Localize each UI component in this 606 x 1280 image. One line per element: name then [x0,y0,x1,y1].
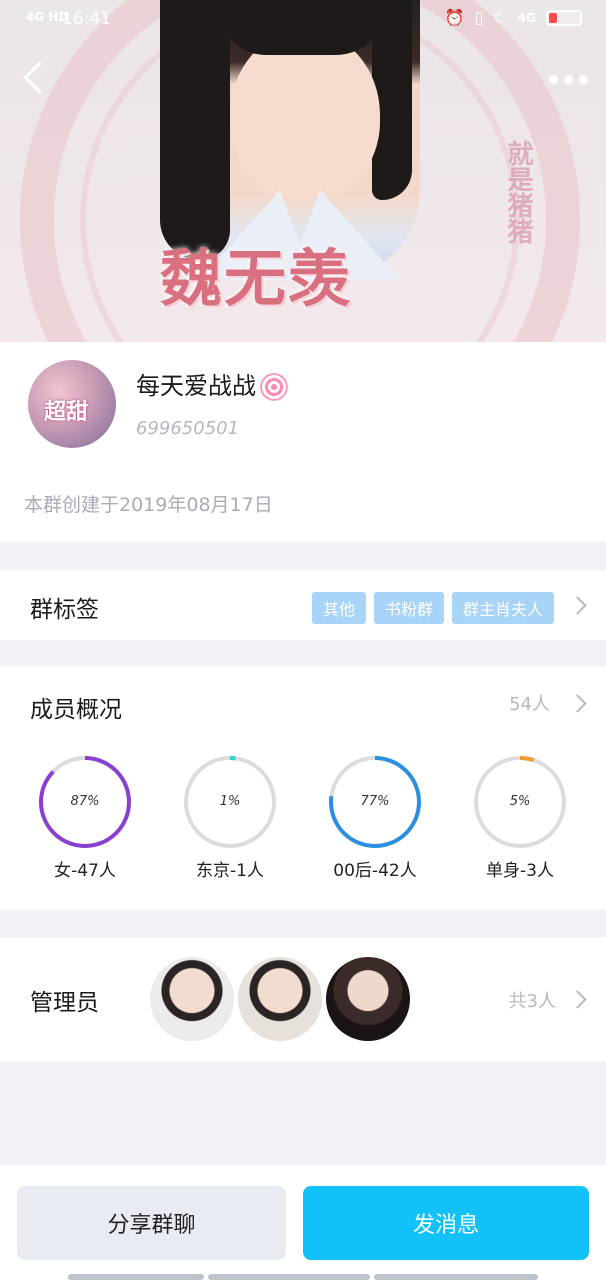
tags-label: 群标签 [30,597,99,623]
vibrate-icon: ▯ [474,8,484,27]
status-time: 16:41 [62,9,111,29]
more-dot [564,75,573,84]
members-label: 成员概况 [30,697,122,723]
status-bar: 4G HD 16:41 ⏰ ▯ ☾ 4G [0,0,606,40]
member-count: 54人 [509,694,550,715]
admins-card[interactable]: 管理员 共3人 [0,937,606,1061]
status-icons: ⏰ ▯ ☾ 4G [445,8,582,27]
send-message-button[interactable]: 发消息 [303,1186,589,1260]
more-dot [579,75,588,84]
stat-label: 00后-42人 [333,861,417,881]
nav-indicator [208,1274,370,1280]
battery-icon [546,9,582,26]
network-label: 4G [517,10,536,25]
group-created-date: 本群创建于2019年08月17日 [24,494,273,516]
chevron-right-icon [568,694,587,713]
nav-indicator [68,1274,204,1280]
moon-icon: ☾ [493,8,508,27]
group-id: 699650501 [136,418,240,439]
avatar-text: 超甜 [44,400,89,425]
stat-age: 77% 00后-42人 [315,754,435,881]
cover-arc-text: 就是猪猪 [503,140,533,244]
group-cover-image: 就是猪猪 魏无羡 [0,0,606,342]
stat-percent: 77% [360,794,390,809]
stat-location: 1% 东京-1人 [170,754,290,881]
tag-chip: 书粉群 [373,592,444,624]
group-name-text: 每天爱战战 [136,372,256,400]
chevron-right-icon [568,990,587,1009]
stat-single: 5% 单身-3人 [460,754,580,881]
stat-label: 东京-1人 [196,861,264,881]
stat-label: 女-47人 [54,861,116,881]
group-name: 每天爱战战 [136,366,288,401]
more-options-icon[interactable] [549,75,588,84]
tag-chip: 其他 [311,592,366,624]
group-avatar[interactable]: 超甜 [28,360,116,448]
admins-label: 管理员 [30,990,99,1016]
tag-list: 其他 书粉群 群主肖夫人 [311,592,554,624]
cover-title: 魏无羡 [160,242,353,315]
chevron-right-icon [568,596,587,615]
admin-avatar[interactable] [326,957,410,1041]
more-dot [549,75,558,84]
admin-total: 共3人 [508,991,556,1012]
battery-level [549,12,557,23]
tag-chip: 群主肖夫人 [451,592,554,624]
stat-percent: 1% [219,794,241,809]
share-group-button[interactable]: 分享群聊 [17,1186,286,1260]
admin-avatar[interactable] [238,957,322,1041]
stat-percent: 5% [509,794,531,809]
admin-avatar[interactable] [150,957,234,1041]
bottom-action-bar: 分享群聊 发消息 [0,1165,606,1280]
member-overview-card[interactable]: 成员概况 54人 87% 女-47人 1% 东京-1人 77% 00后-42人 … [0,666,606,910]
group-profile-card: 超甜 每天爱战战 699650501 本群创建于2019年08月17日 [0,342,606,542]
stat-label: 单身-3人 [486,861,554,881]
group-tags-row[interactable]: 群标签 其他 书粉群 群主肖夫人 [0,570,606,640]
nav-indicator [374,1274,538,1280]
alarm-icon: ⏰ [444,8,465,27]
naruto-emoji-icon [260,373,288,401]
cover-face [230,30,380,200]
stat-gender: 87% 女-47人 [25,754,145,881]
stat-percent: 87% [70,794,100,809]
